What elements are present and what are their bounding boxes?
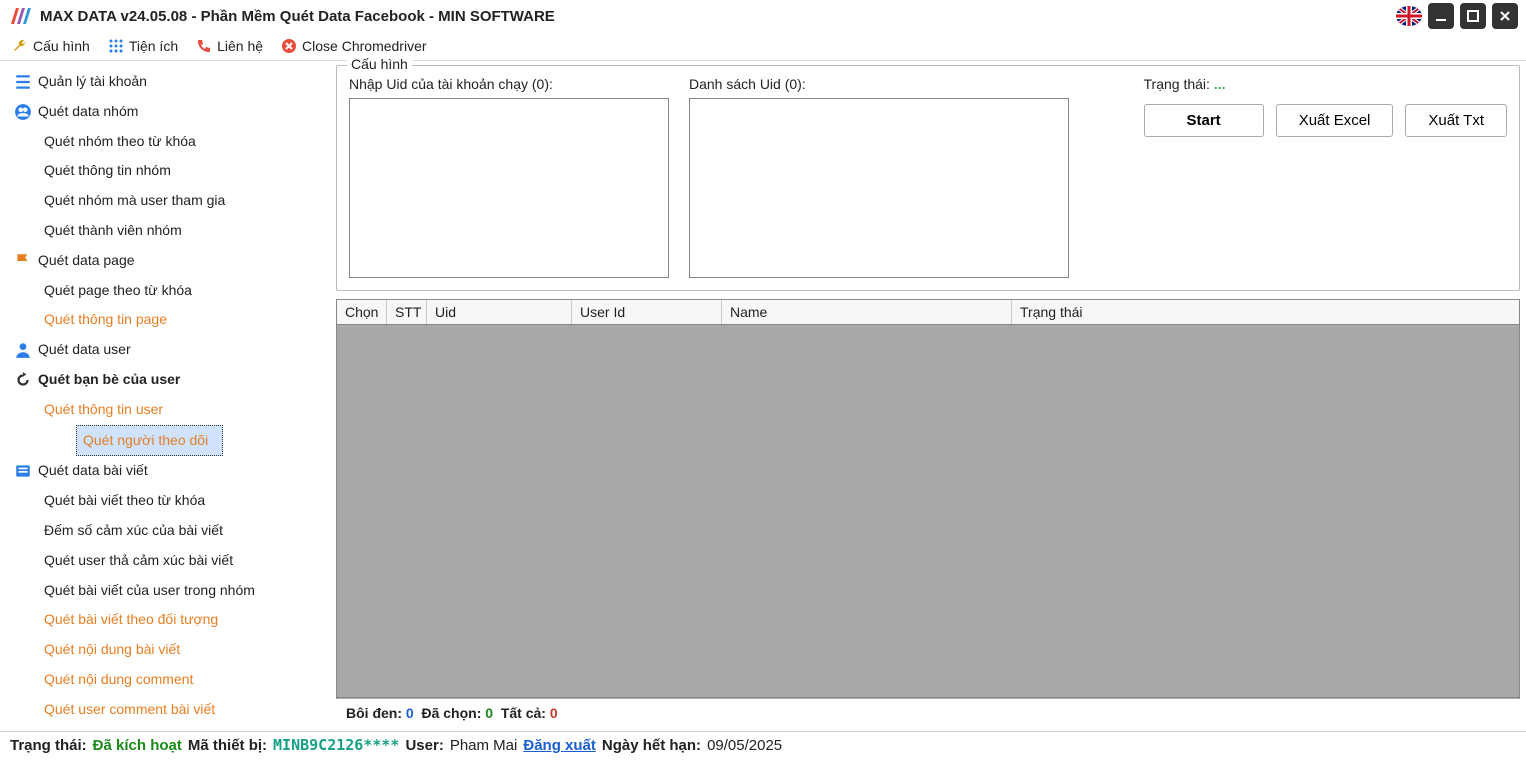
results-table: Chọn STT Uid User Id Name Trạng thái bbox=[336, 299, 1520, 698]
table-header: Chọn STT Uid User Id Name Trạng thái bbox=[337, 300, 1519, 325]
sidebar-item-other-func[interactable]: Chức năng khác bbox=[0, 725, 330, 731]
username: Pham Mai bbox=[450, 737, 518, 754]
rocket-icon bbox=[14, 730, 32, 731]
sidebar-item-scan-page-info[interactable]: Quét thông tin page bbox=[0, 305, 330, 335]
contact-menu[interactable]: Liên hệ bbox=[196, 38, 263, 54]
phone-icon bbox=[196, 38, 212, 54]
title-bar: MAX DATA v24.05.08 - Phần Mềm Quét Data … bbox=[0, 0, 1526, 32]
utilities-menu[interactable]: Tiện ích bbox=[108, 38, 178, 54]
col-chon[interactable]: Chọn bbox=[337, 300, 387, 324]
sidebar-item-scan-reaction-users[interactable]: Quét user thả cảm xúc bài viết bbox=[0, 546, 330, 576]
list-icon bbox=[14, 73, 32, 91]
sidebar-item-scan-user-info[interactable]: Quét thông tin user bbox=[0, 395, 330, 425]
activation-status: Đã kích hoạt bbox=[93, 737, 182, 754]
col-userid[interactable]: User Id bbox=[572, 300, 722, 324]
config-legend: Cấu hình bbox=[347, 56, 412, 72]
sidebar-item-count-reactions[interactable]: Đếm số cảm xúc của bài viết bbox=[0, 516, 330, 546]
user-icon bbox=[14, 341, 32, 359]
sidebar: Quản lý tài khoản Quét data nhóm Quét nh… bbox=[0, 61, 330, 731]
col-stt[interactable]: STT bbox=[387, 300, 427, 324]
input-uid-label: Nhập Uid của tài khoản chạy (0): bbox=[349, 76, 669, 92]
sidebar-item-scan-post-content[interactable]: Quét nội dung bài viết bbox=[0, 635, 330, 665]
status-line: Trạng thái: ... bbox=[1144, 76, 1508, 92]
col-name[interactable]: Name bbox=[722, 300, 1012, 324]
sidebar-item-scan-post-by-target[interactable]: Quét bài viết theo đối tượng bbox=[0, 605, 330, 635]
sidebar-item-scan-comment-users[interactable]: Quét user comment bài viết bbox=[0, 695, 330, 725]
config-menu[interactable]: Cấu hình bbox=[12, 38, 90, 54]
toolbar-label: Close Chromedriver bbox=[302, 38, 426, 54]
device-id: MINB9C2126**** bbox=[273, 736, 399, 754]
list-uid-label: Danh sách Uid (0): bbox=[689, 76, 1069, 92]
grid-icon bbox=[108, 38, 124, 54]
logout-link[interactable]: Đăng xuất bbox=[523, 737, 596, 754]
sidebar-item-scan-page[interactable]: Quét data page bbox=[0, 246, 330, 276]
toolbar-label: Cấu hình bbox=[33, 38, 90, 54]
maximize-button[interactable] bbox=[1460, 3, 1486, 29]
sidebar-item-manage-accounts[interactable]: Quản lý tài khoản bbox=[0, 67, 330, 97]
col-status[interactable]: Trạng thái bbox=[1012, 300, 1519, 324]
refresh-icon bbox=[14, 371, 32, 389]
group-icon bbox=[14, 103, 32, 121]
toolbar-label: Tiện ích bbox=[129, 38, 178, 54]
main-panel: Cấu hình Nhập Uid của tài khoản chạy (0)… bbox=[330, 61, 1526, 731]
minimize-button[interactable] bbox=[1428, 3, 1454, 29]
export-excel-button[interactable]: Xuất Excel bbox=[1276, 104, 1394, 137]
list-uid-textarea[interactable] bbox=[689, 98, 1069, 278]
wrench-icon bbox=[12, 38, 28, 54]
sidebar-item-scan-followers[interactable]: Quét người theo dõi bbox=[76, 425, 223, 457]
sidebar-item-scan-group-members[interactable]: Quét thành viên nhóm bbox=[0, 216, 330, 246]
sidebar-item-scan-group[interactable]: Quét data nhóm bbox=[0, 97, 330, 127]
close-button[interactable] bbox=[1492, 3, 1518, 29]
expire-date: 09/05/2025 bbox=[707, 737, 782, 754]
sidebar-item-scan-page-keyword[interactable]: Quét page theo từ khóa bbox=[0, 276, 330, 306]
counts-bar: Bôi đen: 0 Đã chọn: 0 Tất cả: 0 bbox=[336, 698, 1520, 727]
sidebar-item-scan-post-keyword[interactable]: Quét bài viết theo từ khóa bbox=[0, 486, 330, 516]
window-title: MAX DATA v24.05.08 - Phần Mềm Quét Data … bbox=[40, 8, 1396, 25]
sidebar-item-scan-comment-content[interactable]: Quét nội dung comment bbox=[0, 665, 330, 695]
export-txt-button[interactable]: Xuất Txt bbox=[1405, 104, 1507, 137]
sidebar-item-scan-post[interactable]: Quét data bài viết bbox=[0, 456, 330, 486]
sidebar-item-scan-user-post-group[interactable]: Quét bài viết của user trong nhóm bbox=[0, 576, 330, 606]
close-circle-icon bbox=[281, 38, 297, 54]
toolbar-label: Liên hệ bbox=[217, 38, 263, 54]
sidebar-item-scan-user-friends[interactable]: Quét bạn bè của user bbox=[0, 365, 330, 395]
flag-icon bbox=[14, 252, 32, 270]
input-uid-textarea[interactable] bbox=[349, 98, 669, 278]
table-body[interactable] bbox=[337, 325, 1519, 697]
sidebar-item-scan-group-user-join[interactable]: Quét nhóm mà user tham gia bbox=[0, 186, 330, 216]
toolbar: Cấu hình Tiện ích Liên hệ Close Chromedr… bbox=[0, 32, 1526, 61]
sidebar-item-scan-group-keyword[interactable]: Quét nhóm theo từ khóa bbox=[0, 127, 330, 157]
sidebar-item-scan-user[interactable]: Quét data user bbox=[0, 335, 330, 365]
language-flag-icon[interactable] bbox=[1396, 6, 1422, 26]
post-icon bbox=[14, 462, 32, 480]
status-bar: Trạng thái: Đã kích hoạt Mã thiết bị: MI… bbox=[0, 731, 1526, 758]
close-chromedriver-button[interactable]: Close Chromedriver bbox=[281, 38, 426, 54]
start-button[interactable]: Start bbox=[1144, 104, 1264, 137]
app-logo-icon bbox=[8, 4, 32, 28]
config-groupbox: Cấu hình Nhập Uid của tài khoản chạy (0)… bbox=[336, 65, 1520, 291]
sidebar-item-scan-group-info[interactable]: Quét thông tin nhóm bbox=[0, 156, 330, 186]
col-uid[interactable]: Uid bbox=[427, 300, 572, 324]
